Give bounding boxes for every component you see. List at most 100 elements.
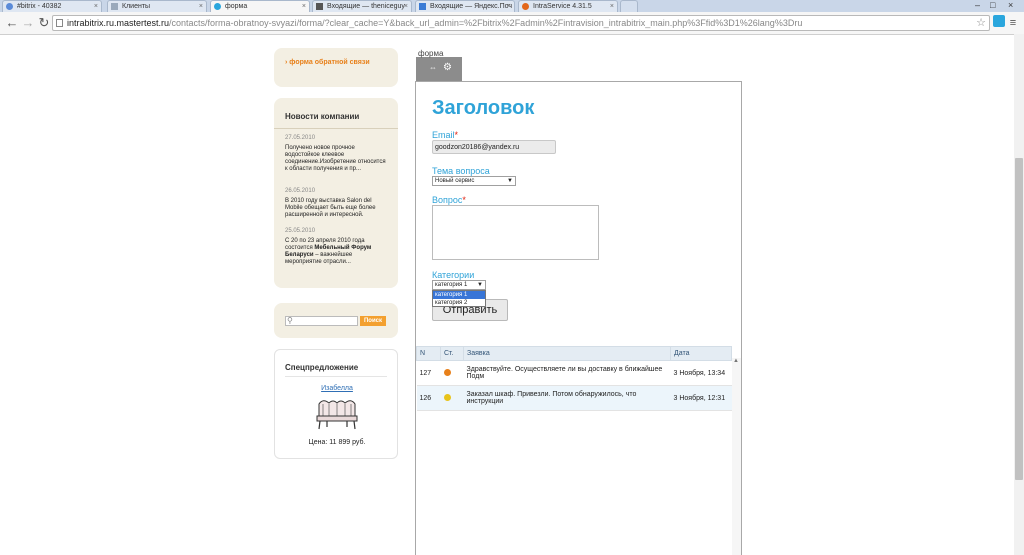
gear-icon[interactable]: ⚙	[443, 62, 452, 73]
move-icon[interactable]: ⇔	[429, 63, 437, 72]
close-icon[interactable]: ×	[302, 1, 306, 12]
close-icon[interactable]: ×	[610, 1, 614, 12]
row-number: 126	[416, 385, 441, 411]
minimize-icon[interactable]: –	[975, 0, 980, 10]
table-row[interactable]: 126 Заказал шкаф. Привезли. Потом обнару…	[416, 385, 732, 411]
column-header-status[interactable]: Ст.	[440, 346, 464, 361]
scrollbar-thumb[interactable]	[1015, 158, 1023, 480]
page-scrollbar[interactable]	[1014, 34, 1024, 555]
product-price: Цена: 11 899 руб.	[308, 439, 366, 446]
search-box: ⚲ Поиск	[274, 303, 398, 338]
category-dropdown-list: категория 1 категория 2	[432, 290, 486, 307]
search-input[interactable]	[285, 316, 358, 326]
chevron-down-icon: ▼	[477, 282, 483, 288]
category-select-value: категория 1	[435, 282, 468, 288]
request-date: 3 Ноября, 13:34	[670, 360, 732, 386]
status-orange-icon	[443, 368, 451, 376]
required-mark: *	[454, 130, 459, 140]
tab-label: форма	[225, 3, 248, 10]
page-icon	[56, 19, 63, 27]
reload-icon[interactable]: ↻	[36, 15, 52, 31]
news-box: Новости компании 27.05.2010 Получено нов…	[274, 98, 398, 288]
search-icon: ⚲	[287, 316, 293, 325]
category-label: Категории	[432, 270, 475, 280]
tab-strip: #bitrix - 40382 × Клиенты × форма × Вход…	[0, 0, 1024, 12]
chevron-down-icon: ▼	[507, 178, 513, 184]
status-yellow-icon	[443, 393, 451, 401]
category-select[interactable]: категория 1 ▼	[432, 280, 486, 290]
new-tab-button[interactable]	[620, 0, 638, 12]
browser-tab-inbox[interactable]: Входящие — theniceguy ×	[312, 0, 412, 12]
intraservice-icon	[522, 3, 529, 10]
dropdown-option[interactable]: категория 1	[433, 291, 485, 299]
tab-label: #bitrix - 40382	[17, 3, 62, 10]
url-path: /contacts/forma-obratnoy-svyazi/forma/?c…	[169, 18, 803, 28]
browser-tab-yandex-mail[interactable]: Входящие — Яндекс.Поч ×	[415, 0, 515, 12]
email-field[interactable]: goodzon20186@yandex.ru	[432, 140, 556, 154]
page-icon	[111, 3, 118, 10]
news-item[interactable]: С 20 по 23 апреля 2010 года состоится Ме…	[285, 238, 387, 266]
forward-icon[interactable]: →	[20, 15, 36, 31]
form-heading: Заголовок	[432, 97, 535, 119]
scroll-up-icon[interactable]: ▲	[733, 358, 739, 364]
tab-label: Входящие — Яндекс.Поч	[430, 3, 512, 10]
url-text[interactable]: intrabitrix.ru.mastertest.ru/contacts/fo…	[67, 17, 802, 29]
panel-title: форма	[418, 49, 444, 58]
news-item[interactable]: В 2010 году выставка Salon del Mobile об…	[285, 198, 387, 219]
news-title: Новости компании	[285, 112, 360, 121]
question-label: Вопрос*	[432, 195, 466, 205]
dropdown-option[interactable]: категория 2	[433, 299, 485, 307]
question-label-text: Вопрос	[432, 195, 463, 205]
row-number: 127	[416, 360, 441, 386]
question-textarea[interactable]	[432, 205, 599, 260]
bullet-icon: ›	[285, 59, 288, 66]
status-cell	[440, 360, 464, 386]
browser-tab-intraservice[interactable]: IntraService 4.31.5 ×	[518, 0, 618, 12]
search-button[interactable]: Поиск	[360, 316, 386, 326]
sidebar-item-feedback-form[interactable]: › форма обратной связи	[285, 59, 385, 67]
mail-icon	[419, 3, 426, 10]
maximize-icon[interactable]: □	[990, 0, 995, 10]
close-icon[interactable]: ×	[199, 1, 203, 12]
browser-tab-clients[interactable]: Клиенты ×	[107, 0, 207, 12]
status-cell	[440, 385, 464, 411]
column-header-request[interactable]: Заявка	[463, 346, 671, 361]
request-date: 3 Ноября, 12:31	[670, 385, 732, 411]
product-link[interactable]: Изабелла	[275, 385, 399, 392]
close-window-icon[interactable]: ×	[1008, 0, 1013, 10]
browser-tab-bitrix[interactable]: #bitrix - 40382 ×	[2, 0, 102, 12]
feedback-form-panel: Заголовок Email* goodzon20186@yandex.ru …	[415, 81, 742, 555]
globe-icon	[214, 3, 221, 10]
extension-icon[interactable]	[993, 15, 1005, 27]
menu-icon[interactable]: ≡	[1006, 15, 1020, 31]
topic-select[interactable]: Новый сервис ▼	[432, 176, 516, 186]
close-icon[interactable]: ×	[404, 1, 408, 12]
table-scrollbar[interactable]: ▲	[732, 358, 741, 555]
browser-tab-forma[interactable]: форма ×	[210, 0, 310, 12]
table-row[interactable]: 127 Здравствуйте. Осуществляете ли вы до…	[416, 360, 732, 386]
edit-toolbar: форма ⇔ ⚙	[416, 49, 462, 81]
special-offer-box: Спецпредложение Изабелла Цена: 11 899 ру…	[274, 349, 398, 459]
email-label-text: Email	[432, 130, 455, 140]
column-header-date[interactable]: Дата	[670, 346, 732, 361]
address-bar[interactable]: intrabitrix.ru.mastertest.ru/contacts/fo…	[52, 15, 990, 31]
topic-label: Тема вопроса	[432, 166, 490, 176]
sidebar-menu-box: › форма обратной связи	[274, 48, 398, 87]
news-date: 26.05.2010	[285, 188, 316, 194]
divider	[274, 128, 398, 129]
close-icon[interactable]: ×	[94, 1, 98, 12]
bookmark-star-icon[interactable]: ☆	[976, 16, 986, 29]
sofa-image[interactable]	[315, 398, 359, 430]
request-text: Заказал шкаф. Привезли. Потом обнаружило…	[463, 385, 671, 411]
table-header-row: N Ст. Заявка Дата	[416, 346, 732, 361]
news-item[interactable]: Получено новое прочное водостойкое клеев…	[285, 145, 387, 173]
url-host: intrabitrix.ru.mastertest.ru	[67, 18, 170, 28]
tab-label: IntraService 4.31.5	[533, 3, 592, 10]
back-icon[interactable]: ←	[4, 15, 20, 31]
request-text: Здравствуйте. Осуществляете ли вы достав…	[463, 360, 671, 386]
column-header-number[interactable]: N	[416, 346, 441, 361]
tab-label: Клиенты	[122, 3, 151, 10]
divider	[285, 376, 387, 377]
news-date: 27.05.2010	[285, 135, 316, 141]
close-icon[interactable]: ×	[507, 1, 511, 12]
